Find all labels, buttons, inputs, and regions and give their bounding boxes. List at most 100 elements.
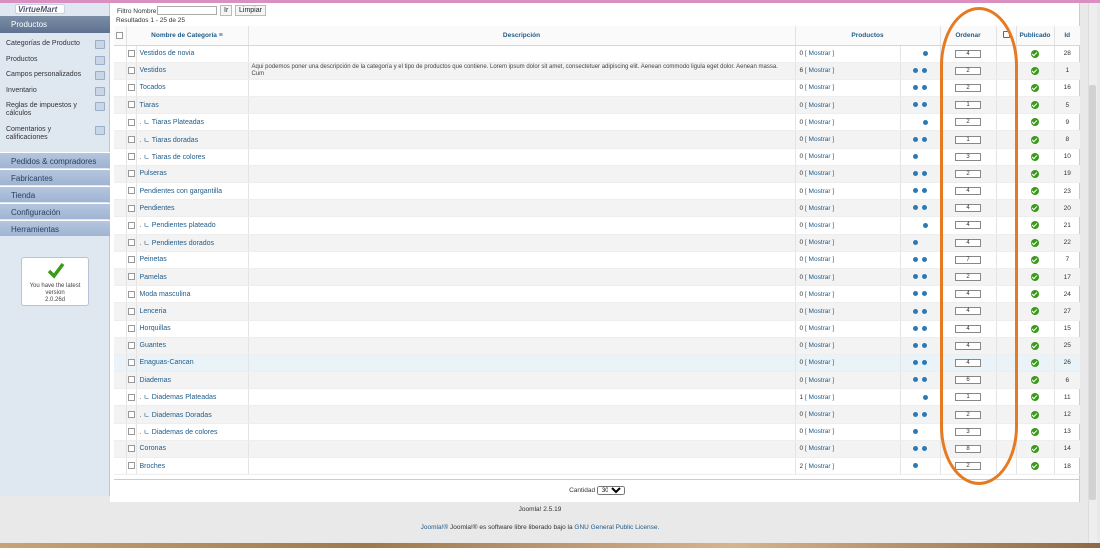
show-products-link[interactable]: [ Mostrar ] <box>805 463 834 470</box>
move-down-icon[interactable] <box>922 119 928 125</box>
row-checkbox[interactable] <box>127 290 135 298</box>
move-down-icon[interactable] <box>922 102 927 108</box>
order-input[interactable]: 6 <box>955 376 981 385</box>
row-checkbox[interactable] <box>127 84 135 92</box>
move-up-icon[interactable] <box>913 136 918 142</box>
category-name-link[interactable]: Peinetas <box>135 251 248 269</box>
move-down-icon[interactable] <box>922 85 927 91</box>
row-checkbox[interactable] <box>127 135 135 143</box>
published-icon[interactable] <box>1031 49 1039 58</box>
move-up-icon[interactable] <box>912 463 918 469</box>
order-input[interactable]: 4 <box>955 341 981 350</box>
show-products-link[interactable]: [ Mostrar ] <box>805 119 834 126</box>
order-input[interactable]: 4 <box>955 49 981 58</box>
row-checkbox[interactable] <box>127 342 135 350</box>
published-icon[interactable] <box>1031 427 1039 436</box>
move-down-icon[interactable] <box>922 274 927 280</box>
row-checkbox[interactable] <box>127 67 135 75</box>
header-description[interactable]: Descripción <box>247 26 795 46</box>
show-products-link[interactable]: [ Mostrar ] <box>805 239 834 246</box>
show-products-link[interactable]: [ Mostrar ] <box>805 102 834 109</box>
published-icon[interactable] <box>1031 273 1039 282</box>
move-up-icon[interactable] <box>913 188 918 194</box>
category-name-link[interactable]: . ㄴ Tiaras de colores <box>135 148 248 166</box>
move-up-icon[interactable] <box>913 446 918 452</box>
move-up-icon[interactable] <box>913 291 918 297</box>
show-products-link[interactable]: [ Mostrar ] <box>805 428 834 435</box>
sidebar-item-productos[interactable]: Productos <box>0 56 110 65</box>
category-name-link[interactable]: Guantes <box>135 337 248 355</box>
move-down-icon[interactable] <box>922 222 928 228</box>
move-up-icon[interactable] <box>913 67 918 73</box>
row-checkbox[interactable] <box>127 359 135 367</box>
sidebar-item-reglas[interactable]: Reglas de impuestos y cálculos <box>0 102 110 118</box>
published-icon[interactable] <box>1031 324 1039 333</box>
row-checkbox[interactable] <box>127 238 135 246</box>
move-down-icon[interactable] <box>922 188 927 194</box>
order-input[interactable]: 4 <box>955 187 981 196</box>
order-input[interactable]: 4 <box>955 221 981 230</box>
select-all-header[interactable] <box>114 26 126 46</box>
move-up-icon[interactable] <box>912 428 918 434</box>
show-products-link[interactable]: [ Mostrar ] <box>805 394 834 401</box>
category-name-link[interactable]: Pendientes con gargantilla <box>135 182 248 201</box>
category-name-link[interactable]: . ㄴ Tiaras Plateadas <box>135 113 248 132</box>
scrollbar-thumb[interactable] <box>1089 85 1096 500</box>
category-name-link[interactable]: Pamelas <box>135 268 248 287</box>
published-icon[interactable] <box>1031 393 1039 402</box>
category-name-link[interactable]: Tocados <box>135 79 248 98</box>
move-up-icon[interactable] <box>912 153 918 159</box>
move-down-icon[interactable] <box>922 411 927 417</box>
order-input[interactable]: 2 <box>955 169 981 178</box>
order-input[interactable]: 2 <box>955 66 981 75</box>
move-down-icon[interactable] <box>922 394 928 400</box>
joomla-link[interactable]: Joomla!® <box>421 524 449 531</box>
move-down-icon[interactable] <box>922 257 927 262</box>
move-up-icon[interactable] <box>913 102 918 108</box>
move-up-icon[interactable] <box>913 171 918 177</box>
order-input[interactable]: 2 <box>955 273 981 282</box>
published-icon[interactable] <box>1031 290 1039 299</box>
filter-name-input[interactable] <box>157 6 217 15</box>
sidebar-item-categorias[interactable]: Categorías de Producto <box>0 40 110 49</box>
category-name-link[interactable]: Horquillas <box>135 320 248 338</box>
published-icon[interactable] <box>1031 462 1039 471</box>
category-name-link[interactable]: Vestidos de novia <box>135 45 248 63</box>
save-order-header[interactable] <box>995 26 1016 46</box>
move-down-icon[interactable] <box>922 205 927 211</box>
show-products-link[interactable]: [ Mostrar ] <box>805 188 834 195</box>
row-checkbox[interactable] <box>127 49 135 57</box>
order-input[interactable]: 7 <box>955 255 981 264</box>
category-name-link[interactable]: Coronas <box>135 440 248 459</box>
order-input[interactable]: 2 <box>955 410 981 419</box>
category-name-link[interactable]: Tiaras <box>135 96 248 115</box>
category-name-link[interactable]: . ㄴ Pendientes dorados <box>135 234 248 252</box>
published-icon[interactable] <box>1031 101 1039 110</box>
show-products-link[interactable]: [ Mostrar ] <box>805 170 834 177</box>
sidebar-cat-herramientas[interactable]: Herramientas <box>0 220 110 236</box>
move-up-icon[interactable] <box>913 308 918 314</box>
show-products-link[interactable]: [ Mostrar ] <box>805 84 834 91</box>
row-checkbox[interactable] <box>127 118 135 126</box>
show-products-link[interactable]: [ Mostrar ] <box>805 342 834 349</box>
move-up-icon[interactable] <box>913 360 918 366</box>
published-icon[interactable] <box>1031 444 1039 453</box>
move-up-icon[interactable] <box>913 342 918 348</box>
sidebar-item-comentarios[interactable]: Comentarios y calificaciones <box>0 126 110 142</box>
order-input[interactable]: 3 <box>955 427 981 436</box>
move-down-icon[interactable] <box>922 136 927 142</box>
order-input[interactable]: 8 <box>955 444 981 453</box>
row-checkbox[interactable] <box>127 221 135 229</box>
move-down-icon[interactable] <box>922 446 927 452</box>
order-input[interactable]: 2 <box>955 462 981 471</box>
show-products-link[interactable]: [ Mostrar ] <box>805 445 834 452</box>
move-down-icon[interactable] <box>922 308 927 314</box>
row-checkbox[interactable] <box>127 393 135 401</box>
order-input[interactable]: 4 <box>955 290 981 299</box>
published-icon[interactable] <box>1031 358 1039 367</box>
category-name-link[interactable]: Pulseras <box>135 165 248 184</box>
order-input[interactable]: 4 <box>955 238 981 247</box>
order-input[interactable]: 3 <box>955 152 981 161</box>
move-down-icon[interactable] <box>922 360 927 366</box>
header-order[interactable]: Ordenar <box>939 26 996 46</box>
